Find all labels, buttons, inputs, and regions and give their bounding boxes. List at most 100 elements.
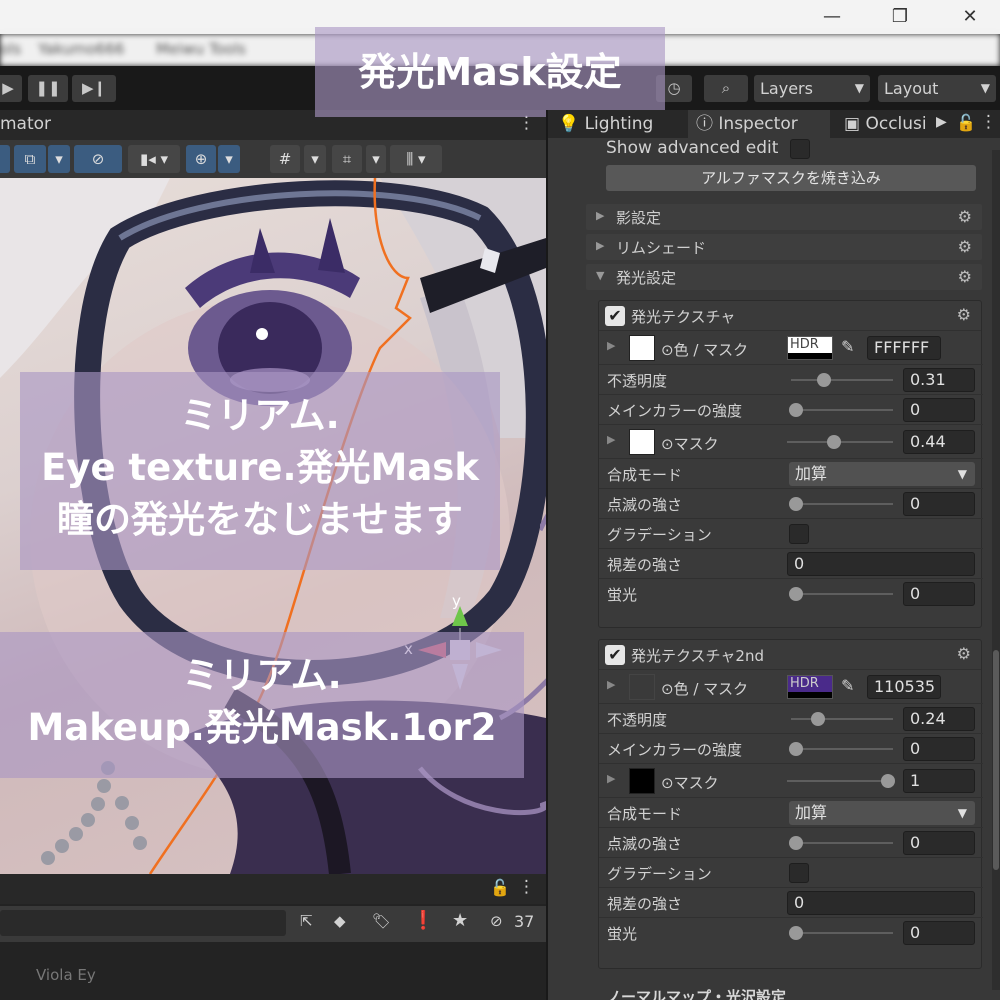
gear-icon[interactable]: ⚙ [957, 644, 971, 663]
section-normal-map[interactable]: ノーマルマップ・光沢設定 [606, 986, 786, 1000]
step-button[interactable]: ▶❙ [72, 75, 116, 102]
menu-item-yakumo[interactable]: Yakumo666 [38, 40, 124, 58]
emission2-firefly-slider[interactable] [791, 932, 893, 934]
emission2-main-strength-knob[interactable] [789, 742, 803, 756]
emission-opacity-knob[interactable] [817, 373, 831, 387]
layers-dropdown[interactable]: Layers ▼ [754, 75, 870, 102]
section-emission[interactable]: ▼ 発光設定 ⚙ [586, 264, 982, 290]
emission-blink-value[interactable]: 0 [903, 492, 975, 516]
emission2-mask-value[interactable]: 1 [903, 769, 975, 793]
emission2-blink-knob[interactable] [789, 836, 803, 850]
gizmo-dropdown[interactable]: ▾ [218, 145, 240, 173]
tab-inspector[interactable]: ⓘ Inspector [688, 110, 830, 138]
gear-icon[interactable]: ⚙ [958, 237, 972, 256]
component-icon[interactable]: ◆ [334, 912, 346, 930]
chevron-right-icon[interactable]: ▶ [607, 339, 615, 352]
animator-tab[interactable]: mator [0, 114, 51, 134]
emission2-texture-slot[interactable] [629, 674, 655, 700]
emission2-parallax-value[interactable]: 0 [787, 891, 975, 915]
emission-blink-knob[interactable] [789, 497, 803, 511]
minimize-button[interactable]: — [818, 4, 846, 30]
chevron-right-icon[interactable]: ▶ [607, 772, 615, 785]
emission-texture-slot[interactable] [629, 335, 655, 361]
close-button[interactable]: ✕ [956, 4, 984, 30]
emission-blend-dropdown[interactable]: 加算 ▼ [789, 462, 975, 486]
emission-firefly-slider[interactable] [791, 593, 893, 595]
chevron-right-icon[interactable]: ▶ [607, 433, 615, 446]
emission2-blink-value[interactable]: 0 [903, 831, 975, 855]
more-menu-icon[interactable]: ⋮ [980, 112, 997, 132]
shading-mode-button[interactable] [0, 145, 10, 173]
increment-snap-icon[interactable]: ⌗ [332, 145, 362, 173]
emission2-opacity-knob[interactable] [811, 712, 825, 726]
emission-blink-slider[interactable] [791, 503, 893, 505]
camera-icon[interactable]: ▮◂ ▾ [128, 145, 180, 173]
emission-parallax-value[interactable]: 0 [787, 552, 975, 576]
tab-occlusion[interactable]: ▣ Occlusi [844, 110, 944, 138]
grid-snap-icon[interactable]: # [270, 145, 300, 173]
emission-hex-field[interactable]: FFFFFF [867, 336, 941, 360]
layout-dropdown[interactable]: Layout ▼ [878, 75, 996, 102]
emission2-main-strength-slider[interactable] [791, 748, 893, 750]
gear-icon[interactable]: ⚙ [957, 305, 971, 324]
emission2-blink-slider[interactable] [791, 842, 893, 844]
emission2-opacity-slider[interactable] [791, 718, 893, 720]
visibility-icon[interactable]: ⊘ [74, 145, 122, 173]
hierarchy-search-input[interactable] [0, 910, 286, 936]
chevron-right-icon[interactable]: ▶ [936, 114, 947, 130]
emission-main-strength-knob[interactable] [789, 403, 803, 417]
emission-color-field[interactable]: HDR [787, 336, 833, 360]
emission-mask-slot[interactable] [629, 429, 655, 455]
warning-icon[interactable]: ❗ [412, 910, 434, 931]
emission2-color-field[interactable]: HDR [787, 675, 833, 699]
gear-icon[interactable]: ⚙ [958, 267, 972, 286]
emission-main-strength-value[interactable]: 0 [903, 398, 975, 422]
more-menu-icon[interactable]: ⋮ [518, 877, 535, 897]
emission-main-strength-slider[interactable] [791, 409, 893, 411]
inspector-scrollbar-thumb[interactable] [993, 650, 999, 870]
bake-alpha-mask-button[interactable]: アルファマスクを焼き込み [606, 165, 976, 191]
emission-firefly-value[interactable]: 0 [903, 582, 975, 606]
ruler-icon[interactable]: ⫼ ▾ [390, 145, 442, 173]
lock-icon[interactable]: 🔓 [490, 878, 510, 897]
search-icon[interactable]: ⌕ [704, 75, 748, 102]
chevron-right-icon[interactable]: ▶ [607, 678, 615, 691]
increment-snap-dropdown[interactable]: ▾ [366, 145, 386, 173]
menu-item-meiwu[interactable]: Meiwu Tools [156, 40, 246, 58]
show-advanced-toggle[interactable] [790, 139, 810, 159]
restore-button[interactable]: ❐ [886, 4, 914, 30]
emission2-mask-slider[interactable] [787, 780, 893, 782]
emission2-hex-field[interactable]: 110535 [867, 675, 941, 699]
hidden-icon[interactable]: ⊘ [490, 912, 503, 930]
emission2-firefly-value[interactable]: 0 [903, 921, 975, 945]
draw-mode-icon[interactable]: ⧉ [14, 145, 46, 173]
eyedropper-icon[interactable]: ✎ [841, 676, 854, 695]
section-rim[interactable]: ▶ リムシェード ⚙ [586, 234, 982, 260]
emission-firefly-knob[interactable] [789, 587, 803, 601]
emission2-main-strength-value[interactable]: 0 [903, 737, 975, 761]
grid-snap-dropdown[interactable]: ▾ [304, 145, 326, 173]
gizmo-icon[interactable]: ⊕ [186, 145, 216, 173]
emission-mask-value[interactable]: 0.44 [903, 430, 975, 454]
section-shadow[interactable]: ▶ 影設定 ⚙ [586, 204, 982, 230]
gear-icon[interactable]: ⚙ [958, 207, 972, 226]
hierarchy-item[interactable]: Viola Ey [36, 966, 96, 984]
eyedropper-icon[interactable]: ✎ [841, 337, 854, 356]
emission-opacity-slider[interactable] [791, 379, 893, 381]
emission-opacity-value[interactable]: 0.31 [903, 368, 975, 392]
tag-icon[interactable]: 🏷 [372, 912, 391, 930]
pick-icon[interactable]: ⇱ [300, 912, 313, 930]
emission2-mask-knob[interactable] [881, 774, 895, 788]
emission-enable-checkbox[interactable]: ✔ [605, 306, 625, 326]
emission-gradation-toggle[interactable] [789, 524, 809, 544]
emission2-firefly-knob[interactable] [789, 926, 803, 940]
emission2-mask-slot[interactable] [629, 768, 655, 794]
pause-button[interactable]: ❚❚ [28, 75, 68, 102]
tab-lighting[interactable]: 💡 Lighting [558, 110, 686, 138]
emission2-opacity-value[interactable]: 0.24 [903, 707, 975, 731]
emission2-gradation-toggle[interactable] [789, 863, 809, 883]
star-icon[interactable]: ★ [452, 910, 468, 931]
draw-mode-dropdown[interactable]: ▾ [48, 145, 70, 173]
emission2-blend-dropdown[interactable]: 加算 ▼ [789, 801, 975, 825]
lock-icon[interactable]: 🔓 [956, 113, 976, 132]
